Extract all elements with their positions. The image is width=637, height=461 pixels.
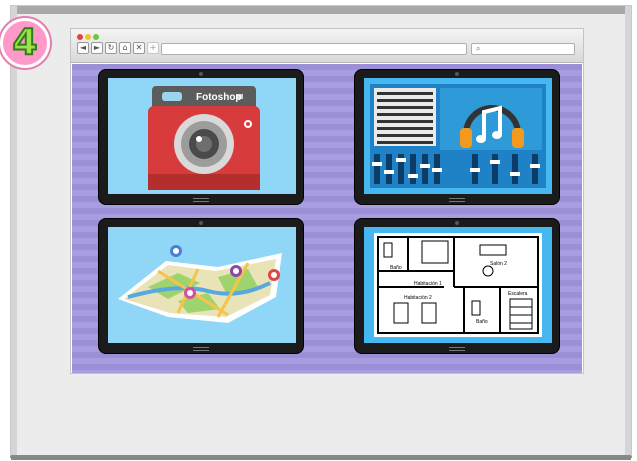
tablet-home-button[interactable] xyxy=(449,347,465,351)
maximize-window-dot[interactable] xyxy=(93,34,99,40)
stop-button[interactable]: ✕ xyxy=(133,42,145,54)
room-label: Salón 2 xyxy=(490,261,507,267)
tablet-music[interactable] xyxy=(354,69,560,205)
camera-app-screen: Fotoshop xyxy=(108,78,296,194)
browser-content: Fotoshop Baño Habitación 1 Salón 2 Habit… xyxy=(72,64,582,373)
tablet-camera-lens xyxy=(455,72,459,76)
room-label: Baño xyxy=(390,265,402,271)
floorplan-illustration: Baño Habitación 1 Salón 2 Habitación 2 B… xyxy=(374,233,542,337)
tablet-floorplan[interactable]: Baño Habitación 1 Salón 2 Habitación 2 B… xyxy=(354,218,560,354)
tablet-camera[interactable]: Fotoshop xyxy=(98,69,304,205)
address-bar[interactable] xyxy=(161,43,467,55)
board-left-edge xyxy=(11,6,17,455)
board-bottom-edge xyxy=(11,455,631,460)
forward-button[interactable]: ► xyxy=(91,42,103,54)
camera-illustration: Fotoshop xyxy=(148,86,260,190)
room-label: Baño xyxy=(476,319,488,325)
camera-brand-label: Fotoshop xyxy=(196,92,242,103)
close-window-dot[interactable] xyxy=(77,34,83,40)
tablet-home-button[interactable] xyxy=(449,198,465,202)
tablet-home-button[interactable] xyxy=(193,198,209,202)
new-tab-button[interactable]: + xyxy=(147,42,159,54)
map-app-screen xyxy=(108,227,296,343)
back-button[interactable]: ◄ xyxy=(77,42,89,54)
reload-button[interactable]: ↻ xyxy=(105,42,117,54)
browser-window: ◄ ► ↻ ⌂ ✕ + ⌕ Fotoshop Baño Habitación 1… xyxy=(70,28,584,374)
tablet-camera-lens xyxy=(199,72,203,76)
step-number: 4 xyxy=(11,22,38,63)
search-box[interactable]: ⌕ xyxy=(471,43,575,55)
tablet-home-button[interactable] xyxy=(193,347,209,351)
board-top-edge xyxy=(11,6,631,14)
music-app-screen xyxy=(364,78,552,194)
tablet-camera-lens xyxy=(455,221,459,225)
music-mixer-illustration xyxy=(370,84,546,188)
step-number-badge: 4 xyxy=(0,18,50,68)
room-label: Habitación 1 xyxy=(414,281,442,287)
tablet-camera-lens xyxy=(199,221,203,225)
map-illustration xyxy=(118,245,282,323)
floorplan-app-screen: Baño Habitación 1 Salón 2 Habitación 2 B… xyxy=(364,227,552,343)
room-label: Escalera xyxy=(508,291,528,297)
browser-toolbar: ◄ ► ↻ ⌂ ✕ + ⌕ xyxy=(71,29,583,63)
minimize-window-dot[interactable] xyxy=(85,34,91,40)
search-icon: ⌕ xyxy=(476,44,481,53)
board-right-edge xyxy=(625,6,631,455)
room-label: Habitación 2 xyxy=(404,295,432,301)
home-button[interactable]: ⌂ xyxy=(119,42,131,54)
tablet-map[interactable] xyxy=(98,218,304,354)
